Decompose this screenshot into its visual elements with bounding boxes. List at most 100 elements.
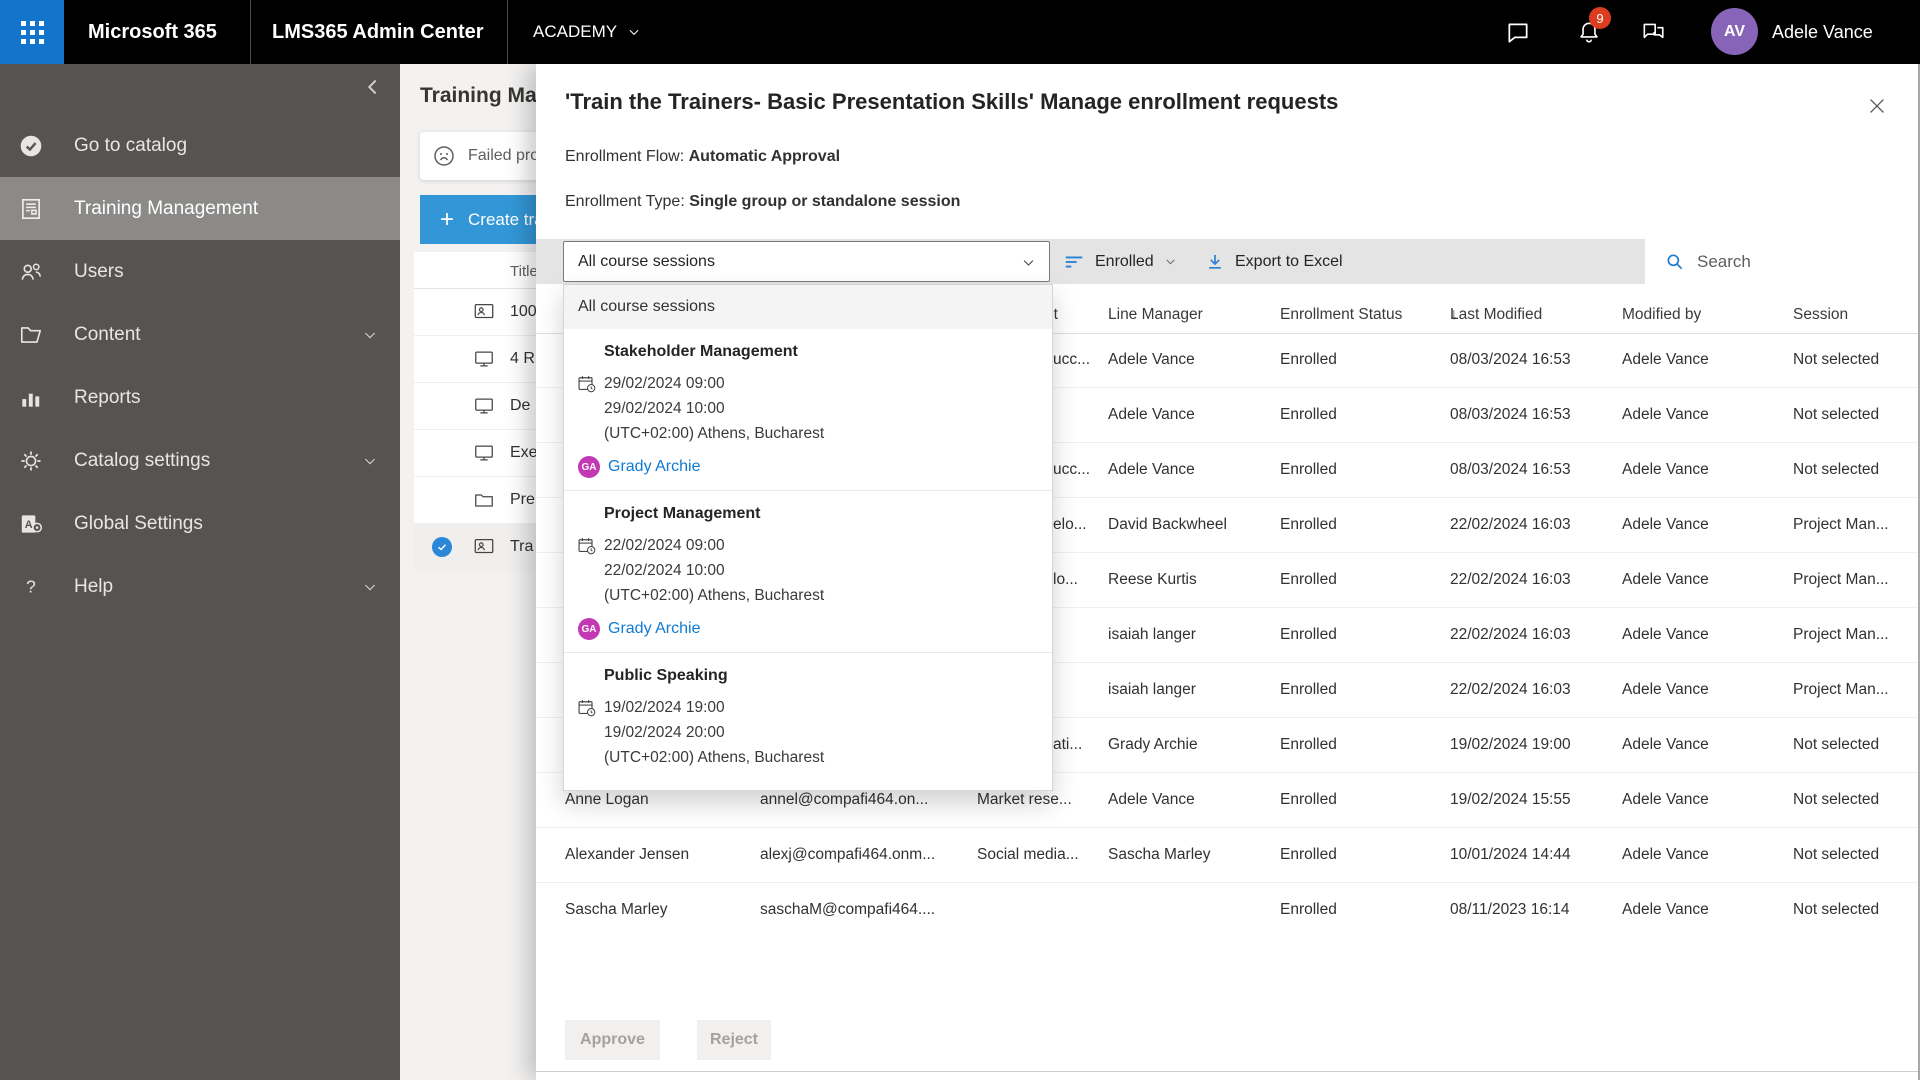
reject-button[interactable]: Reject — [697, 1020, 771, 1060]
instructor-avatar: GA — [578, 456, 600, 478]
topbar-divider — [250, 0, 251, 64]
status-filter[interactable]: Enrolled — [1063, 239, 1177, 284]
bar-chart-icon — [18, 385, 44, 411]
enrollment-status-column-header[interactable]: Enrollment Status — [1280, 297, 1402, 333]
cell-modified-by: Adele Vance — [1622, 351, 1709, 368]
chevron-down-icon — [1164, 255, 1177, 268]
cell-session: Project Man... — [1793, 516, 1889, 533]
sidebar-item-help[interactable]: ? Help — [0, 555, 400, 618]
cell-session: Not selected — [1793, 791, 1880, 808]
close-icon[interactable] — [1866, 95, 1888, 117]
cell-name: Alexander Jensen — [565, 846, 690, 863]
chevron-down-icon — [362, 327, 378, 343]
enrollment-type-line: Enrollment Type: Single group or standal… — [565, 193, 960, 211]
cell-line-manager: Reese Kurtis — [1108, 571, 1197, 588]
manage-enrollment-requests-modal: 'Train the Trainers- Basic Presentation … — [536, 64, 1920, 1080]
enrollment-type-value: Single group or standalone session — [689, 193, 961, 210]
session-start: 19/02/2024 19:00 — [604, 699, 725, 716]
cell-session: Not selected — [1793, 351, 1880, 368]
cell-line-manager: Adele Vance — [1108, 791, 1195, 808]
sidebar-item-label: Help — [74, 575, 114, 597]
cell-modified-by: Adele Vance — [1622, 736, 1709, 753]
sidebar-collapse-button[interactable] — [360, 74, 386, 100]
cell-line-manager: Adele Vance — [1108, 461, 1195, 478]
modal-bottom-divider — [536, 1071, 1920, 1072]
tenant-switcher[interactable]: ACADEMY — [533, 0, 641, 64]
session-title: Public Speaking — [604, 667, 728, 684]
cell-department: lo... — [1053, 571, 1078, 588]
elearning-monitor-icon — [473, 395, 495, 417]
dropdown-option-session[interactable]: Stakeholder Management 29/02/2024 09:00 … — [564, 329, 1052, 491]
folder-icon — [18, 322, 44, 348]
brand-title[interactable]: Microsoft 365 — [88, 0, 217, 64]
course-session-select-value: All course sessions — [578, 252, 715, 270]
cell-status: Enrolled — [1280, 461, 1337, 478]
svg-text:?: ? — [26, 576, 36, 596]
cell-session: Project Man... — [1793, 681, 1889, 698]
sidebar-item-label: Training Management — [74, 197, 259, 219]
cell-session: Not selected — [1793, 846, 1880, 863]
product-title[interactable]: LMS365 Admin Center — [272, 0, 484, 64]
sidebar-item-users[interactable]: Users — [0, 240, 400, 303]
chevron-down-icon — [1021, 255, 1036, 270]
course-session-select[interactable]: All course sessions — [563, 241, 1050, 282]
app-launcher-button[interactable] — [0, 0, 64, 64]
feedback-icon[interactable] — [1640, 19, 1666, 45]
cell-line-manager: Grady Archie — [1108, 736, 1198, 753]
enrollment-flow-line: Enrollment Flow: Automatic Approval — [565, 148, 840, 166]
approve-button[interactable]: Approve — [565, 1020, 660, 1060]
cell-modified-by: Adele Vance — [1622, 681, 1709, 698]
search-box — [1645, 239, 1920, 284]
cell-line-manager: Sascha Marley — [1108, 846, 1211, 863]
download-icon — [1205, 252, 1225, 272]
calendar-clock-icon — [577, 374, 597, 394]
session-instructor: GA Grady Archie — [578, 456, 1052, 478]
cell-session: Not selected — [1793, 901, 1880, 918]
sidebar-item-training-management[interactable]: Training Management — [0, 177, 400, 240]
session-column-header[interactable]: Session — [1793, 297, 1848, 333]
session-start: 22/02/2024 09:00 — [604, 537, 725, 554]
sad-face-icon — [432, 144, 456, 168]
cell-modified-by: Adele Vance — [1622, 626, 1709, 643]
sidebar-item-catalog-settings[interactable]: Catalog settings — [0, 429, 400, 492]
sidebar-item-go-to-catalog[interactable]: Go to catalog — [0, 114, 400, 177]
sidebar: Go to catalog Training Management Users … — [0, 64, 400, 1080]
title-column-header[interactable]: Title — [510, 263, 538, 280]
banner-text: Failed pro — [468, 147, 540, 164]
cell-status: Enrolled — [1280, 901, 1337, 918]
tenant-label: ACADEMY — [533, 22, 618, 41]
instructor-link[interactable]: Grady Archie — [608, 620, 700, 638]
table-row[interactable]: Alexander Jensen alexj@compafi464.onm... S… — [536, 828, 1920, 883]
search-input[interactable] — [1695, 250, 1909, 273]
export-to-excel-button[interactable]: Export to Excel — [1205, 239, 1343, 284]
chat-icon[interactable] — [1505, 19, 1531, 45]
screen: Microsoft 365 LMS365 Admin Center ACADEM… — [0, 0, 1920, 1080]
user-avatar[interactable]: AV — [1711, 8, 1758, 55]
training-title: 4 R — [510, 350, 535, 367]
cell-modified-by: Adele Vance — [1622, 461, 1709, 478]
sidebar-item-reports[interactable]: Reports — [0, 366, 400, 429]
chevron-down-icon — [362, 453, 378, 469]
dropdown-option-session[interactable]: Public Speaking 19/02/2024 19:00 19/02/2… — [564, 653, 1052, 782]
svg-text:A: A — [25, 518, 33, 530]
session-end: 29/02/2024 10:00 — [604, 400, 725, 417]
modified-by-column-header[interactable]: Modified by — [1622, 297, 1701, 333]
training-title: De — [510, 397, 531, 414]
cell-status: Enrolled — [1280, 516, 1337, 533]
cell-last-modified: 22/02/2024 16:03 — [1450, 626, 1571, 643]
sidebar-item-content[interactable]: Content — [0, 303, 400, 366]
modal-title: 'Train the Trainers- Basic Presentation … — [565, 89, 1339, 114]
instructor-link[interactable]: Grady Archie — [608, 458, 700, 476]
sidebar-item-label: Catalog settings — [74, 449, 211, 471]
table-row[interactable]: Sascha Marley saschaM@compafi464.... Enrol… — [536, 883, 1920, 937]
dropdown-option-all-sessions[interactable]: All course sessions — [564, 285, 1052, 329]
cell-email: alexj@compafi464.onm... — [760, 846, 936, 863]
status-filter-label: Enrolled — [1095, 252, 1154, 270]
dropdown-option-session[interactable]: Project Management 22/02/2024 09:00 22/0… — [564, 491, 1052, 653]
cell-last-modified: 08/03/2024 16:53 — [1450, 351, 1571, 368]
session-end: 19/02/2024 20:00 — [604, 724, 725, 741]
sidebar-item-global-settings[interactable]: A Global Settings — [0, 492, 400, 555]
line-manager-column-header[interactable]: Line Manager — [1108, 297, 1203, 333]
cell-modified-by: Adele Vance — [1622, 791, 1709, 808]
cell-session: Not selected — [1793, 406, 1880, 423]
